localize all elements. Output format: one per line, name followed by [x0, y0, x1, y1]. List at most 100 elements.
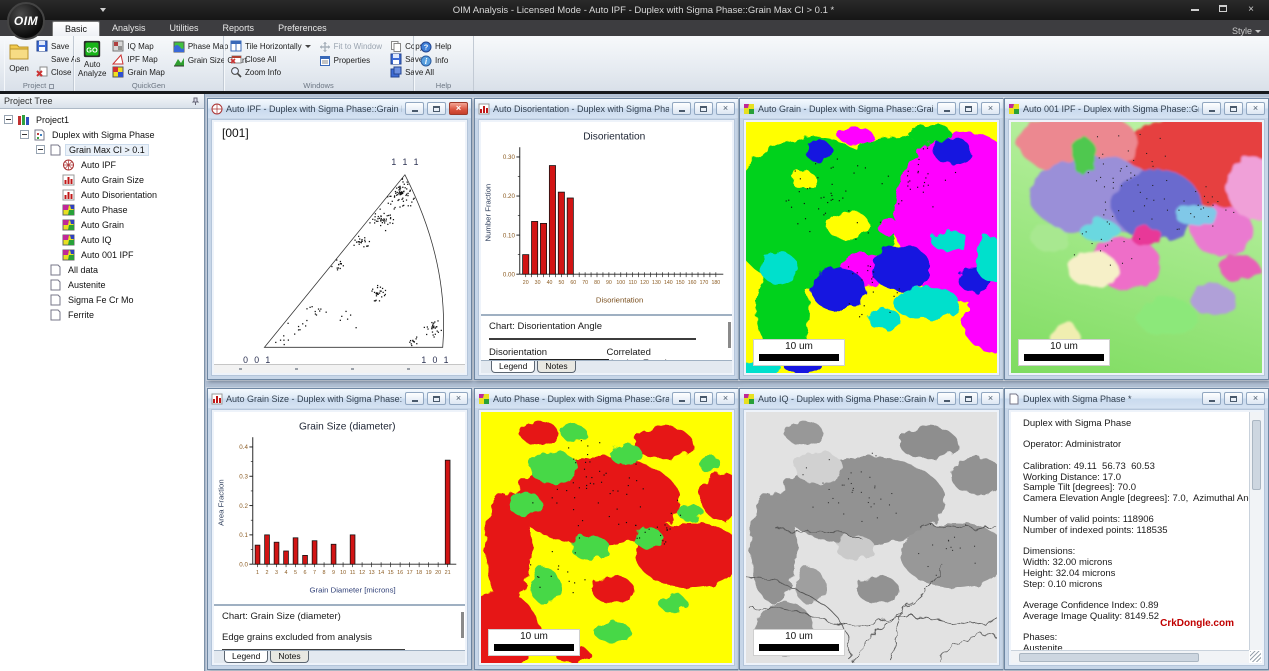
close-button[interactable]: × — [1237, 3, 1265, 18]
tab-basic[interactable]: Basic — [52, 21, 100, 36]
tree-item-ferrite[interactable]: Ferrite — [0, 307, 204, 322]
minimize-button[interactable] — [1181, 3, 1209, 18]
close-button[interactable]: × — [716, 392, 735, 405]
close-button[interactable]: × — [449, 392, 468, 405]
minimize-button[interactable] — [1202, 392, 1221, 405]
tile-horizontally-button[interactable]: Tile Horizontally — [228, 40, 313, 52]
svg-text:5: 5 — [294, 570, 297, 576]
close-button[interactable]: × — [1246, 102, 1265, 115]
tree-item-auto-grain[interactable]: Auto Grain — [0, 217, 204, 232]
collapse-icon[interactable] — [20, 130, 29, 139]
tree-item-auto-disorientation[interactable]: Auto Disorientation — [0, 187, 204, 202]
chart-legend-panel: Chart: Grain Size (diameter) Edge grains… — [214, 604, 465, 650]
dialog-launcher-icon[interactable] — [49, 84, 54, 89]
horizontal-scrollbar[interactable] — [214, 364, 465, 373]
resize-grip[interactable] — [1250, 651, 1261, 662]
pin-icon[interactable] — [191, 97, 200, 106]
tab-legend[interactable]: Legend — [491, 361, 535, 373]
grain-map-button[interactable]: Grain Map — [110, 66, 166, 78]
maximize-button[interactable] — [1224, 392, 1243, 405]
bar-chart-icon — [211, 393, 223, 405]
properties-button[interactable]: Properties — [317, 54, 384, 67]
tab-preferences[interactable]: Preferences — [266, 21, 339, 36]
ipf-map-button[interactable]: IPF Map — [110, 53, 166, 65]
title-bar[interactable]: OIM OIM Analysis - Licensed Mode - Auto … — [0, 0, 1269, 20]
svg-text:130: 130 — [652, 280, 661, 286]
window-auto-iq: Auto IQ - Duplex with Sigma Phase::Grain… — [739, 388, 1004, 670]
maximize-button[interactable] — [694, 102, 713, 115]
maximize-button[interactable] — [1209, 3, 1237, 18]
copy-icon — [390, 40, 402, 52]
help-button[interactable]: ? Help — [418, 40, 453, 53]
svg-text:Number Fraction: Number Fraction — [484, 184, 493, 242]
tree-item-grain-max-ci[interactable]: Grain Max CI > 0.1 — [0, 142, 204, 157]
maximize-button[interactable] — [427, 392, 446, 405]
tree-item-sigma-fe-cr-mo[interactable]: Sigma Fe Cr Mo — [0, 292, 204, 307]
minimize-button[interactable] — [405, 102, 424, 115]
tab-legend[interactable]: Legend — [224, 651, 268, 663]
window-titlebar[interactable]: Auto Grain Size - Duplex with Sigma Phas… — [208, 389, 471, 408]
info-button[interactable]: i Info — [418, 54, 453, 67]
window-titlebar[interactable]: Duplex with Sigma Phase * × — [1005, 389, 1268, 408]
window-titlebar[interactable]: Auto IQ - Duplex with Sigma Phase::Grain… — [740, 389, 1003, 408]
collapse-icon[interactable] — [36, 145, 45, 154]
svg-text:60: 60 — [570, 280, 576, 286]
close-button[interactable]: × — [449, 102, 468, 115]
minimize-button[interactable] — [937, 392, 956, 405]
maximize-button[interactable] — [427, 102, 446, 115]
close-button[interactable]: × — [981, 102, 1000, 115]
collapse-icon[interactable] — [4, 115, 13, 124]
tab-analysis[interactable]: Analysis — [100, 21, 158, 36]
close-button[interactable]: × — [1246, 392, 1265, 405]
close-button[interactable]: × — [981, 392, 1000, 405]
maximize-button[interactable] — [694, 392, 713, 405]
tab-reports[interactable]: Reports — [211, 21, 267, 36]
window-titlebar[interactable]: Auto 001 IPF - Duplex with Sigma Phase::… — [1005, 99, 1268, 118]
svg-text:110: 110 — [628, 280, 636, 286]
horizontal-scrollbar[interactable] — [1011, 650, 1249, 663]
tree-item-duplex[interactable]: Duplex with Sigma Phase — [0, 127, 204, 142]
maximize-button[interactable] — [959, 102, 978, 115]
tree-item-auto-phase[interactable]: Auto Phase — [0, 202, 204, 217]
maximize-button[interactable] — [959, 392, 978, 405]
tree-item-all-data[interactable]: All data — [0, 262, 204, 277]
watermark-text: CrkDongle.com — [1160, 618, 1234, 629]
vertical-scrollbar[interactable] — [1249, 412, 1262, 650]
tab-notes[interactable]: Notes — [537, 361, 575, 373]
auto-analyze-button[interactable]: GO Auto Analyze — [78, 38, 106, 78]
minimize-button[interactable] — [1202, 102, 1221, 115]
svg-text:13: 13 — [369, 570, 375, 576]
app-logo-button[interactable]: OIM — [7, 2, 45, 40]
close-all-button[interactable]: Close All — [228, 53, 313, 65]
legend-scrollbar[interactable] — [461, 612, 464, 638]
window-auto-phase: Auto Phase - Duplex with Sigma Phase::Gr… — [474, 388, 739, 670]
minimize-button[interactable] — [937, 102, 956, 115]
fit-to-window-button[interactable]: Fit to Window — [317, 40, 384, 53]
window-titlebar[interactable]: Auto Grain - Duplex with Sigma Phase::Gr… — [740, 99, 1003, 118]
zoom-info-button[interactable]: Zoom Info — [228, 66, 313, 78]
svg-text:14: 14 — [378, 570, 384, 576]
window-titlebar[interactable]: Auto Phase - Duplex with Sigma Phase::Gr… — [475, 389, 738, 408]
minimize-button[interactable] — [405, 392, 424, 405]
tree-item-austenite[interactable]: Austenite — [0, 277, 204, 292]
ipf-triangle-plot: 1 1 1 0 0 1 1 0 1 — [214, 122, 465, 373]
close-button[interactable]: × — [716, 102, 735, 115]
legend-scrollbar[interactable] — [728, 322, 731, 348]
window-titlebar[interactable]: Auto Disorientation - Duplex with Sigma … — [475, 99, 738, 118]
tree-item-auto-iq[interactable]: Auto IQ — [0, 232, 204, 247]
go-icon: GO — [81, 40, 103, 58]
tree-item-auto-001-ipf[interactable]: Auto 001 IPF — [0, 247, 204, 262]
minimize-button[interactable] — [672, 392, 691, 405]
tree-item-auto-grain-size[interactable]: Auto Grain Size — [0, 172, 204, 187]
tab-utilities[interactable]: Utilities — [158, 21, 211, 36]
open-button[interactable]: Open — [8, 38, 30, 78]
maximize-button[interactable] — [1224, 102, 1243, 115]
tree-item-project1[interactable]: Project1 — [0, 112, 204, 127]
iq-map-button[interactable]: IQ Map — [110, 40, 166, 52]
tab-notes[interactable]: Notes — [270, 651, 308, 663]
minimize-button[interactable] — [672, 102, 691, 115]
tree-item-auto-ipf[interactable]: Auto IPF — [0, 157, 204, 172]
style-menu[interactable]: Style — [1232, 26, 1261, 36]
svg-text:18: 18 — [416, 570, 422, 576]
window-titlebar[interactable]: Auto IPF - Duplex with Sigma Phase::Grai… — [208, 99, 471, 118]
